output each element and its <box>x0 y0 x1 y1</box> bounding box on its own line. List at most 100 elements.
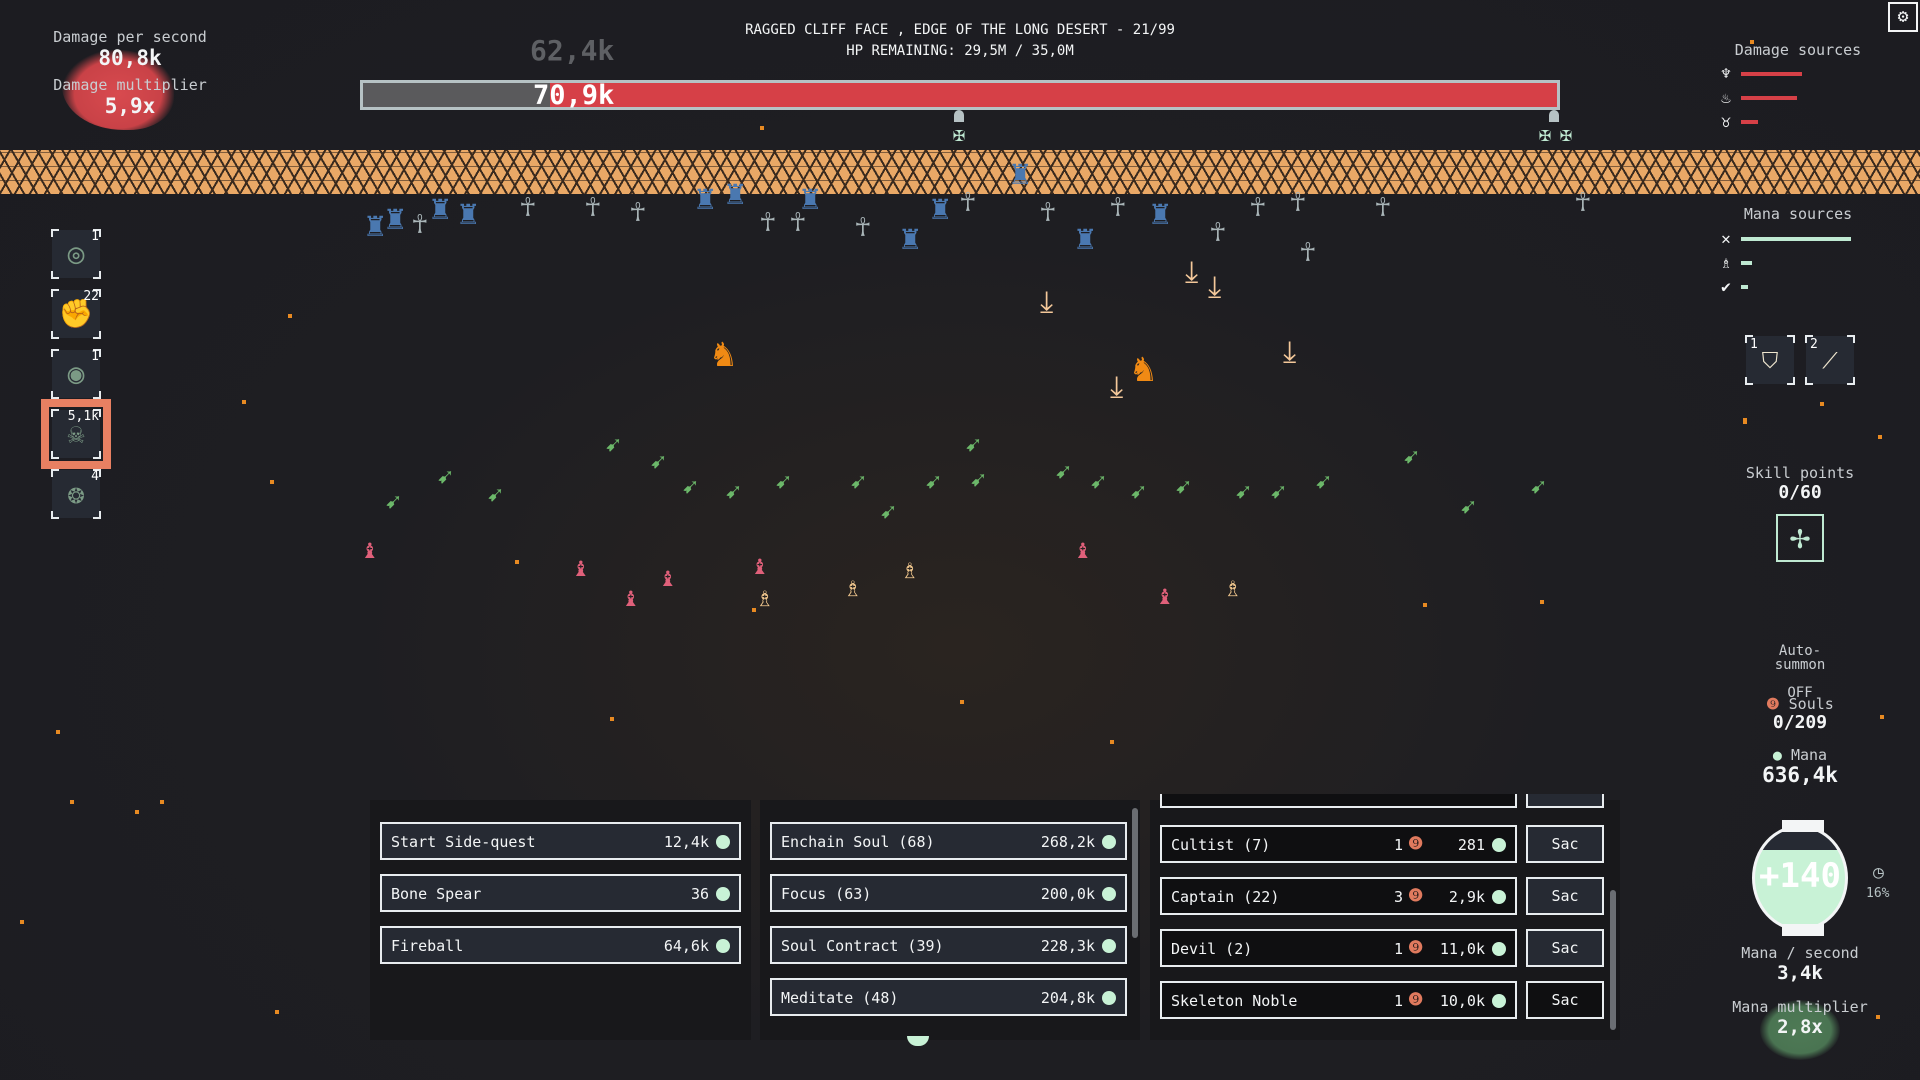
demon-minion: ♞ <box>712 331 735 375</box>
skill-slot-2[interactable]: ✊ 22 <box>51 289 101 339</box>
mana-cost: 10,0k <box>1439 992 1485 1010</box>
settings-button[interactable]: ⚙ <box>1888 2 1918 32</box>
summon-minion-button[interactable]: Skeleton Noble 1 ❾ 10,0k <box>1160 981 1517 1019</box>
mana-icon <box>1102 887 1116 901</box>
skill-slot-3[interactable]: ◉ 1 <box>51 349 101 399</box>
purchase-button[interactable]: Soul Contract (39) 228,3k <box>770 926 1127 964</box>
item-cost: 200,0k <box>1040 885 1095 903</box>
mage-enemy: ♗ <box>845 573 861 603</box>
souls-value: 0/209 <box>1772 712 1828 733</box>
settings-icon: ⚙ <box>1897 6 1909 27</box>
hp-milestone-marker <box>954 110 964 122</box>
reward-cross-icon: ✠ <box>1538 122 1552 146</box>
skill-tree-cross-icon: ✢ <box>1789 517 1811 557</box>
skill-tree-button[interactable]: ✢ <box>1776 514 1824 562</box>
archer-enemy: ➹ <box>1055 458 1071 488</box>
ghoul-minion: ♜ <box>430 188 451 228</box>
priest-enemy: ♝ <box>752 551 768 581</box>
auto-summon-label: Auto- summon <box>1774 643 1826 673</box>
priest-icon: ♗ <box>1721 253 1731 272</box>
sacrifice-button[interactable]: Sac <box>1526 981 1604 1019</box>
skeleton-minion: ☥ <box>520 193 536 223</box>
skill-count: 1 <box>91 229 99 244</box>
timer-clock-icon: ◷ <box>1873 862 1884 883</box>
actions-panel: Start Side-quest 12,4k Bone Spear 36 Firebal… <box>370 800 751 1040</box>
shield-icon: ⛉ <box>1761 349 1779 374</box>
item-cost: 36 <box>690 885 709 903</box>
minions-panel: Cultist (7) 1 ❾ 281 Sac Captain (22) 3 ❾ 2,9k Sac… <box>1150 794 1620 1040</box>
mage-enemy: ♗ <box>902 555 918 585</box>
ghoul-minion: ♜ <box>725 173 746 213</box>
ghoul-minion: ♜ <box>930 188 951 228</box>
sacrifice-button[interactable]: Sac <box>1526 929 1604 967</box>
boss-hp-bar: 70,9k <box>360 80 1560 111</box>
archer-enemy: ➹ <box>1403 443 1419 473</box>
priest-enemy: ♝ <box>1157 581 1173 611</box>
priest-enemy: ♝ <box>362 535 378 565</box>
upgrades-scrollbar[interactable] <box>1132 808 1138 938</box>
ghoul-minion: ♜ <box>1010 153 1031 193</box>
purchase-button[interactable]: Fireball 64,6k <box>380 926 741 964</box>
mana-icon: ● <box>1772 746 1782 764</box>
purchase-button[interactable]: Meditate (48) 204,8k <box>770 978 1127 1016</box>
archer-enemy: ➹ <box>1235 478 1251 508</box>
summon-minion-button[interactable]: Cultist (7) 1 ❾ 281 <box>1160 825 1517 863</box>
item-cost: 204,8k <box>1040 989 1095 1007</box>
item-cost: 268,2k <box>1040 833 1095 851</box>
sacrifice-button[interactable]: Sac <box>1526 877 1604 915</box>
purchase-button[interactable]: Enchain Soul (68) 268,2k <box>770 822 1127 860</box>
item-cost: 64,6k <box>663 937 709 955</box>
ghoul-minion: ♜ <box>458 193 479 233</box>
mana-icon <box>1102 939 1116 953</box>
summon-minion-button[interactable]: Devil (2) 1 ❾ 11,0k <box>1160 929 1517 967</box>
ghoul-minion: ♜ <box>1150 193 1171 233</box>
minions-scrollbar[interactable] <box>1610 890 1616 1030</box>
mana-icon <box>1492 838 1506 852</box>
purchase-button[interactable]: Start Side-quest 12,4k <box>380 822 741 860</box>
ghoul-minion: ♜ <box>900 218 921 258</box>
skill-slot-4[interactable]: ☠ 5,1k <box>41 399 111 469</box>
skeleton-minion: ☥ <box>960 188 976 218</box>
soul-cost: 1 <box>1394 940 1404 958</box>
purchase-button[interactable]: Bone Spear 36 <box>380 874 741 912</box>
skeleton-minion: ☥ <box>1575 188 1591 218</box>
boss-title: RAGGED CLIFF FACE , EDGE OF THE LONG DES… <box>745 22 1175 38</box>
item-label: Meditate (48) <box>781 989 899 1007</box>
skill-slot-5[interactable]: ❂ 4 <box>51 469 101 519</box>
skeleton-minion: ☥ <box>1375 193 1391 223</box>
mana-icon <box>1102 991 1116 1005</box>
spell-slot-1[interactable]: 1 ⛉ <box>1745 335 1795 385</box>
ghoul-minion: ♜ <box>365 205 386 245</box>
mana-multiplier-value: 2,8x <box>1777 1016 1823 1038</box>
mana-icon <box>1492 942 1506 956</box>
mana-orb-button[interactable]: +140 <box>1752 820 1848 936</box>
demon-head-icon: ♉ <box>1721 112 1731 131</box>
spear-projectile: ⤓ <box>1040 285 1054 320</box>
minion-row-partial <box>1160 794 1517 808</box>
archer-enemy: ➹ <box>1315 468 1331 498</box>
spell-slot-2[interactable]: 2 ⟋ <box>1805 335 1855 385</box>
archer-enemy: ➹ <box>1130 478 1146 508</box>
soul-cost: 3 <box>1394 888 1404 906</box>
auto-summon-toggle[interactable]: Auto- summon OFF <box>1700 630 1900 700</box>
skeleton-warrior-icon: ♆ <box>1721 64 1731 83</box>
damage-popup-number: 70,9k <box>533 80 615 111</box>
soul-icon: ❾ <box>1408 990 1424 1010</box>
summon-minion-button[interactable]: Captain (22) 3 ❾ 2,9k <box>1160 877 1517 915</box>
minion-label: Cultist (7) <box>1171 836 1271 854</box>
item-label: Bone Spear <box>391 885 482 903</box>
mana-cost: 281 <box>1457 836 1485 854</box>
item-label: Focus (63) <box>781 885 872 903</box>
skill-slot-1[interactable]: ◎ 1 <box>51 229 101 279</box>
dps-label: Damage per second <box>53 28 207 46</box>
mana-multiplier-label: Mana multiplier <box>1732 998 1868 1016</box>
skeleton-minion: ☥ <box>585 193 601 223</box>
mana-icon <box>716 939 730 953</box>
archer-enemy: ➹ <box>970 466 986 496</box>
skill-count: 22 <box>83 289 99 304</box>
archer-enemy: ➹ <box>1270 478 1286 508</box>
sacrifice-button[interactable]: Sac <box>1526 825 1604 863</box>
ghoul-minion: ♜ <box>1075 218 1096 258</box>
purchase-button[interactable]: Focus (63) 200,0k <box>770 874 1127 912</box>
minion-label: Skeleton Noble <box>1171 992 1298 1010</box>
